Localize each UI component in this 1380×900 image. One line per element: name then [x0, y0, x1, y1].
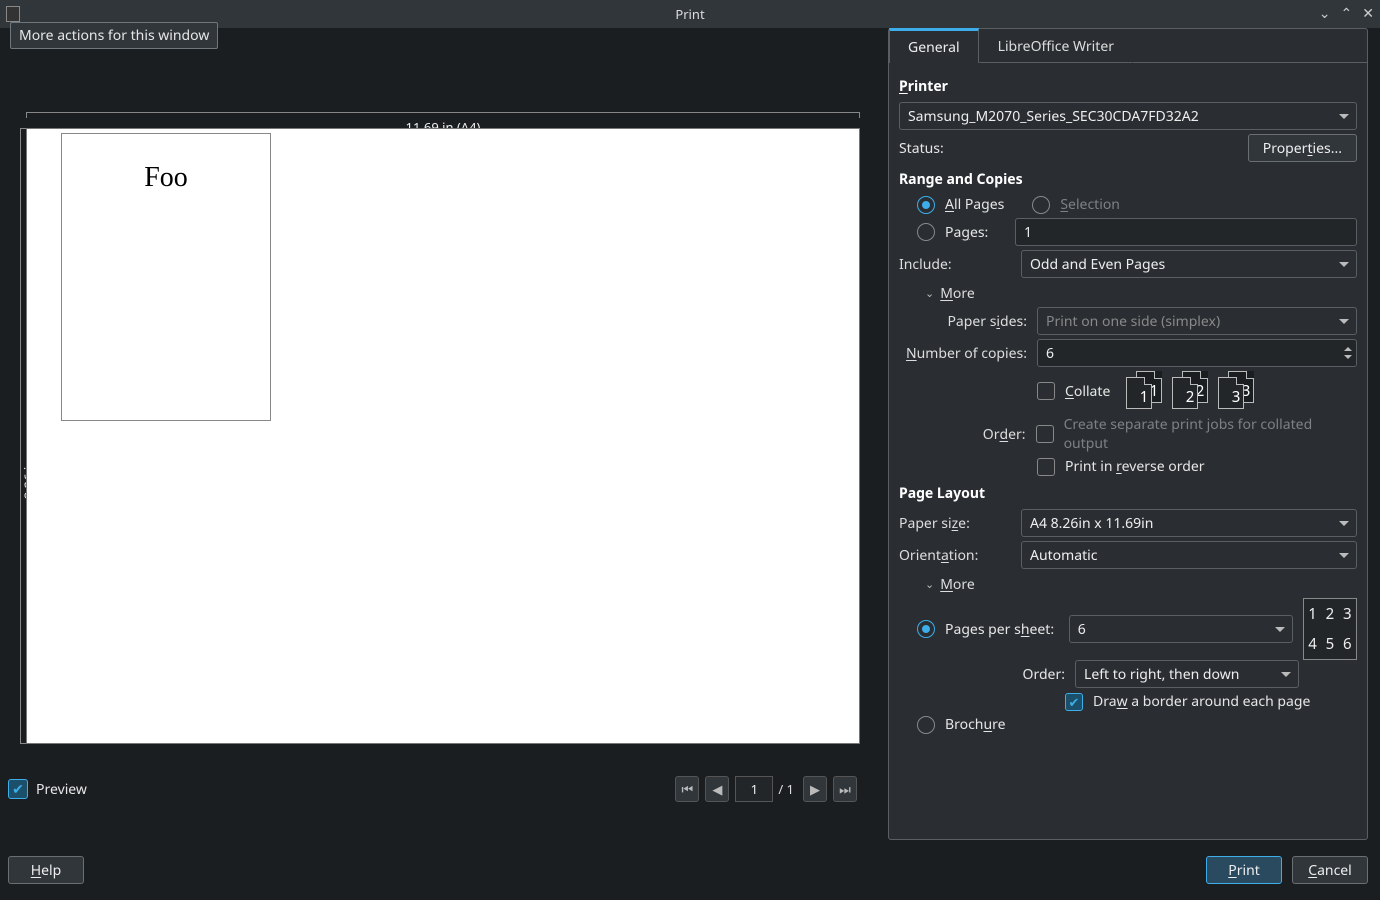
- pages-label: Pages:: [945, 223, 1005, 242]
- orientation-label: Orientation:: [899, 546, 1011, 565]
- chevron-down-icon: [1339, 262, 1349, 272]
- next-page-button[interactable]: ▶: [803, 776, 827, 802]
- pages-radio[interactable]: [917, 223, 935, 241]
- all-pages-radio[interactable]: [917, 196, 935, 214]
- range-heading: Range and Copies: [899, 170, 1357, 189]
- minimize-icon[interactable]: ⌄: [1319, 4, 1331, 23]
- page-total-label: / 1: [778, 780, 794, 798]
- paper-size-label: Paper size:: [899, 514, 1011, 533]
- chevron-down-icon: [1281, 672, 1291, 682]
- first-page-button[interactable]: ⏮: [675, 776, 699, 802]
- n-up-preview: 123 456: [1303, 598, 1357, 660]
- draw-border-checkbox[interactable]: ✔: [1065, 693, 1083, 711]
- include-select[interactable]: Odd and Even Pages: [1021, 250, 1357, 278]
- collate-checkbox[interactable]: [1037, 382, 1055, 400]
- order-label: Order:: [899, 425, 1026, 444]
- chevron-down-icon: [1339, 319, 1349, 329]
- document-content: Foo: [62, 162, 270, 194]
- preview-pane: 11.69 in (A4) 8.26 in Foo ✔ Preview ⏮ ◀ …: [0, 28, 878, 848]
- tab-general[interactable]: General: [889, 28, 979, 63]
- chevron-down-icon: [1339, 114, 1349, 124]
- last-page-button[interactable]: ⏭: [833, 776, 857, 802]
- preview-checkbox[interactable]: ✔: [8, 779, 28, 799]
- collate-illustration: 11 22 33: [1126, 371, 1258, 411]
- pages-per-sheet-label: Pages per sheet:: [945, 620, 1059, 639]
- range-more-expander[interactable]: ⌄ More: [907, 284, 1357, 303]
- cancel-button[interactable]: Cancel: [1292, 856, 1368, 884]
- tab-bar: General LibreOffice Writer: [889, 29, 1367, 63]
- separate-jobs-checkbox: [1036, 425, 1054, 443]
- window-title: Print: [675, 5, 704, 23]
- printer-heading: Printer: [899, 77, 1357, 96]
- layout-more-expander[interactable]: ⌄ More: [907, 575, 1357, 594]
- chevron-down-icon: ⌄: [925, 286, 934, 301]
- paper-sides-select: Print on one side (simplex): [1037, 307, 1357, 335]
- selection-label: Selection: [1060, 195, 1120, 214]
- chevron-down-icon: [1275, 627, 1285, 637]
- status-label: Status:: [899, 139, 944, 158]
- preview-label: Preview: [36, 780, 87, 799]
- chevron-down-icon: [1339, 553, 1349, 563]
- layout-order-label: Order:: [1017, 665, 1065, 684]
- reverse-order-label: Print in reverse order: [1065, 457, 1205, 476]
- n-up-cell-1: Foo: [61, 133, 271, 421]
- close-icon[interactable]: ✕: [1362, 4, 1374, 23]
- window-menu-tooltip: More actions for this window: [10, 22, 218, 49]
- ruler-horizontal: [26, 112, 860, 113]
- copies-spinner[interactable]: [1341, 341, 1355, 365]
- collate-label: Collate: [1065, 382, 1110, 401]
- prev-page-button[interactable]: ◀: [705, 776, 729, 802]
- page-number-input[interactable]: [735, 776, 773, 802]
- draw-border-label: Draw a border around each page: [1093, 692, 1310, 711]
- brochure-radio[interactable]: [917, 716, 935, 734]
- ruler-vertical: [20, 128, 21, 744]
- paper-sides-label: Paper sides:: [899, 312, 1027, 331]
- reverse-order-checkbox[interactable]: [1037, 458, 1055, 476]
- copies-label: Number of copies:: [899, 344, 1027, 363]
- pages-per-sheet-radio[interactable]: [917, 620, 935, 638]
- maximize-icon[interactable]: ⌃: [1341, 4, 1353, 23]
- document-icon: [6, 6, 20, 22]
- chevron-down-icon: ⌄: [925, 577, 934, 592]
- separate-jobs-label: Create separate print jobs for collated …: [1064, 415, 1357, 453]
- selection-radio: [1032, 196, 1050, 214]
- help-button[interactable]: Help: [8, 856, 84, 884]
- tab-writer[interactable]: LibreOffice Writer: [979, 29, 1133, 63]
- settings-panel: General LibreOffice Writer Printer Samsu…: [888, 28, 1368, 840]
- pages-input[interactable]: [1015, 218, 1357, 246]
- copies-input[interactable]: 6: [1037, 339, 1357, 367]
- all-pages-label: All Pages: [945, 195, 1004, 214]
- pages-per-sheet-select[interactable]: 6: [1069, 615, 1293, 643]
- layout-order-select[interactable]: Left to right, then down: [1075, 660, 1299, 688]
- paper-size-select[interactable]: A4 8.26in x 11.69in: [1021, 509, 1357, 537]
- include-label: Include:: [899, 255, 1011, 274]
- preview-sheet: Foo: [26, 128, 860, 744]
- printer-select[interactable]: Samsung_M2070_Series_SEC30CDA7FD32A2: [899, 102, 1357, 130]
- properties-button[interactable]: Properties...: [1248, 134, 1357, 162]
- chevron-down-icon: [1339, 521, 1349, 531]
- print-button[interactable]: Print: [1206, 856, 1282, 884]
- brochure-label: Brochure: [945, 715, 1006, 734]
- layout-heading: Page Layout: [899, 484, 1357, 503]
- orientation-select[interactable]: Automatic: [1021, 541, 1357, 569]
